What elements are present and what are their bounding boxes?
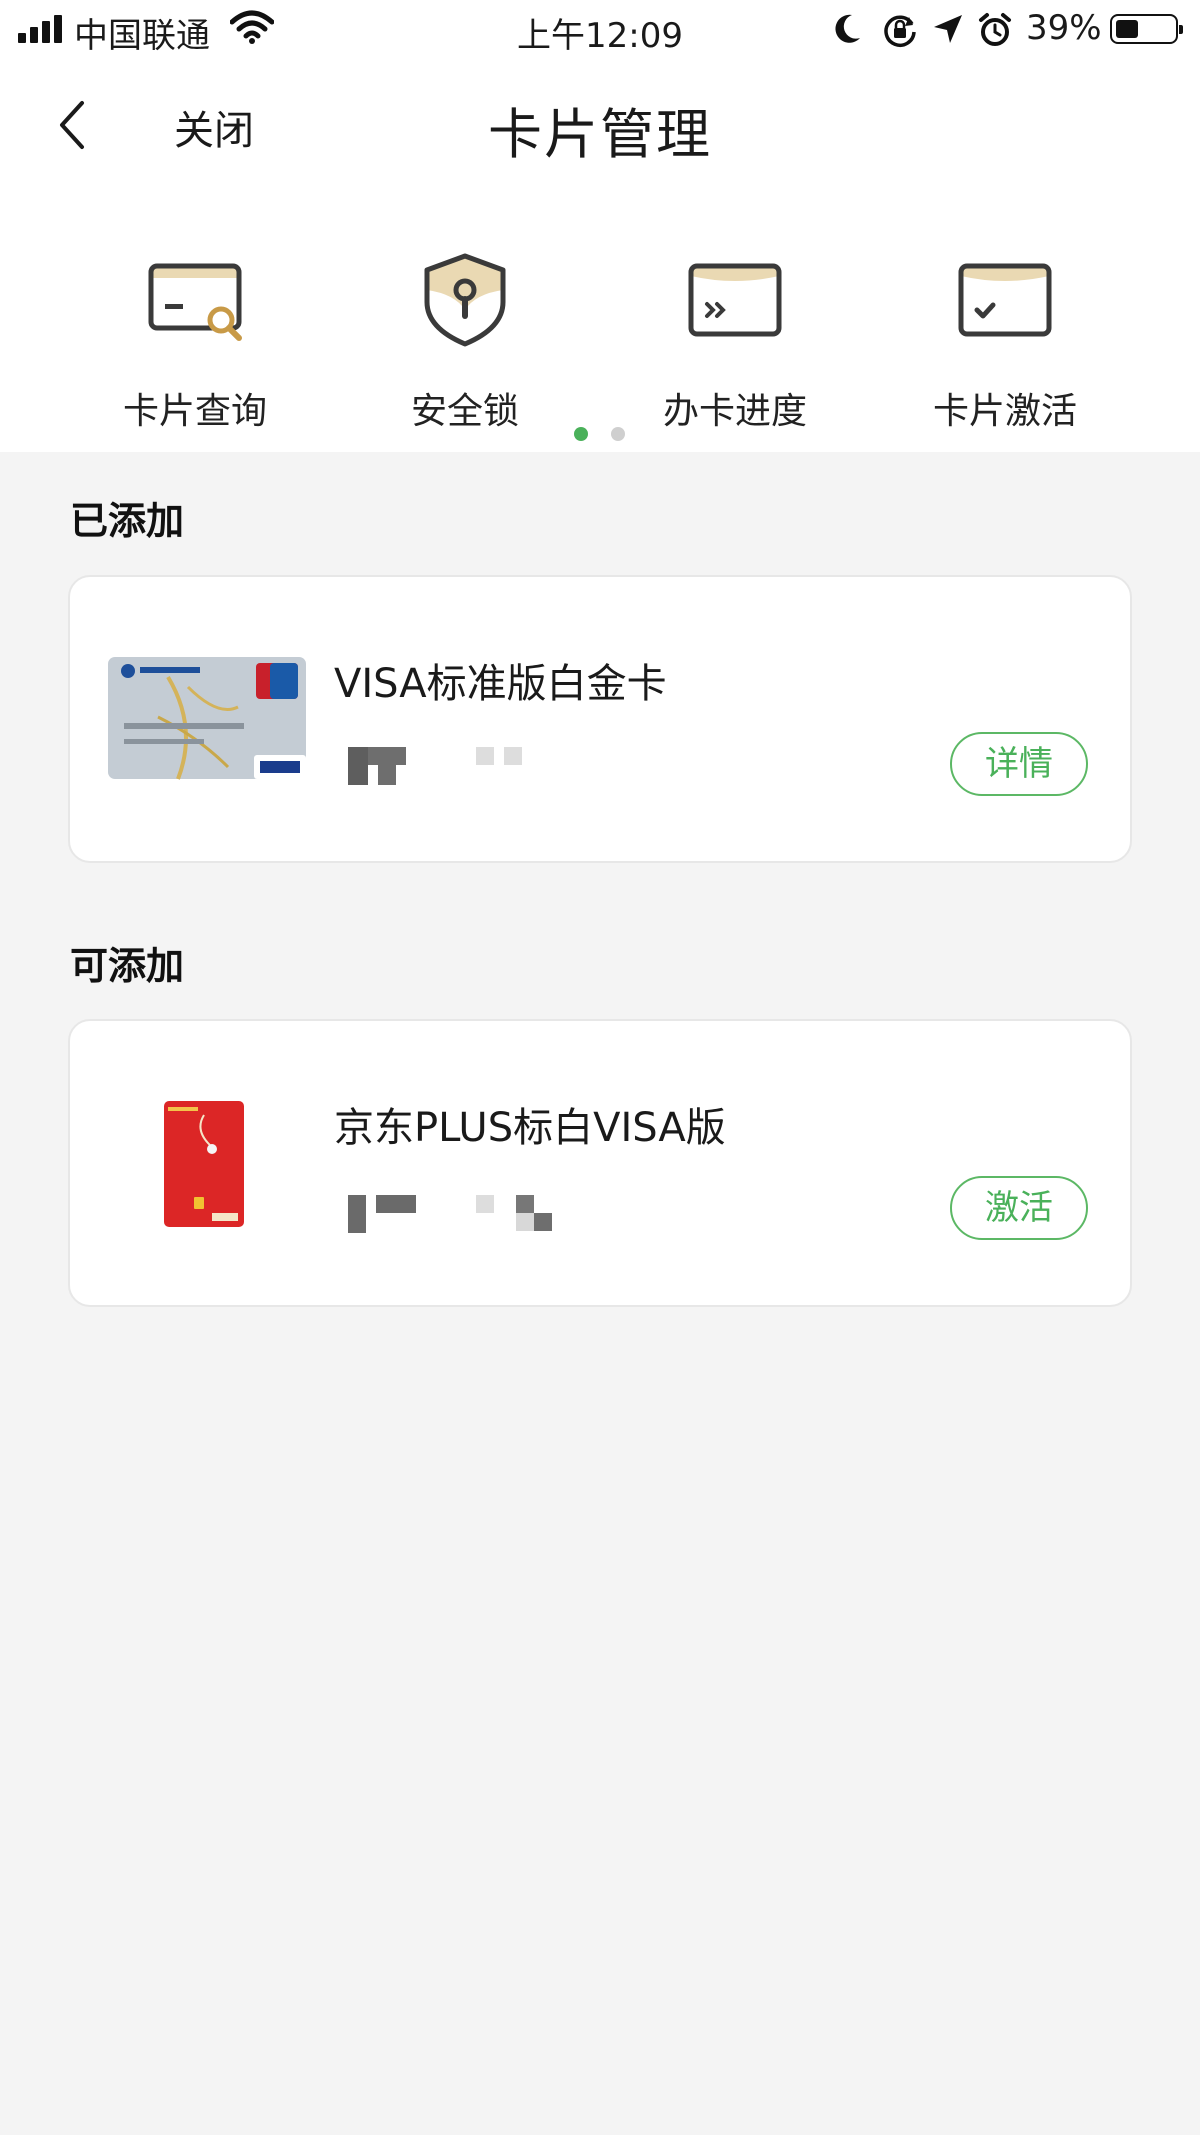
page-title: 卡片管理 bbox=[488, 103, 712, 166]
status-bar: 中国联通 上午12:09 39% bbox=[0, 0, 1200, 60]
page-dot-active[interactable] bbox=[574, 427, 588, 441]
status-time: 上午12:09 bbox=[517, 16, 683, 56]
action-card-progress[interactable]: 办卡进度 bbox=[600, 250, 870, 432]
available-card-item[interactable]: 京东PLUS标白VISA版 激活 bbox=[68, 1019, 1132, 1307]
activate-button[interactable]: 激活 bbox=[950, 1176, 1088, 1240]
action-label: 卡片激活 bbox=[932, 391, 1077, 432]
battery-icon bbox=[1110, 14, 1183, 44]
card-progress-icon bbox=[688, 263, 782, 337]
masked-card-number bbox=[348, 1191, 608, 1239]
details-button[interactable]: 详情 bbox=[950, 732, 1088, 796]
card-image bbox=[108, 657, 306, 780]
rotation-lock-icon bbox=[884, 15, 916, 47]
location-icon bbox=[934, 15, 962, 43]
moon-icon bbox=[835, 14, 860, 43]
action-card-search[interactable]: 卡片查询 bbox=[60, 250, 330, 432]
card-image bbox=[164, 1101, 244, 1227]
action-label: 卡片查询 bbox=[122, 391, 267, 432]
card-name: VISA标准版白金卡 bbox=[334, 661, 667, 707]
card-activate-icon bbox=[958, 263, 1052, 337]
page-indicator[interactable] bbox=[574, 427, 634, 443]
action-security-lock[interactable]: 安全锁 bbox=[330, 250, 600, 432]
alarm-icon bbox=[979, 13, 1011, 46]
added-card-item[interactable]: VISA标准版白金卡 详情 bbox=[68, 575, 1132, 863]
action-label: 安全锁 bbox=[410, 391, 519, 432]
action-card-activate[interactable]: 卡片激活 bbox=[870, 250, 1140, 432]
page-dot[interactable] bbox=[611, 427, 625, 441]
section-title-added: 已添加 bbox=[70, 499, 185, 543]
action-label: 办卡进度 bbox=[662, 391, 807, 432]
card-search-icon bbox=[148, 263, 242, 341]
shield-lock-icon bbox=[424, 253, 506, 347]
masked-card-number bbox=[348, 747, 608, 795]
section-title-available: 可添加 bbox=[70, 944, 185, 988]
card-name: 京东PLUS标白VISA版 bbox=[334, 1105, 726, 1151]
battery-percent: 39% bbox=[1026, 8, 1102, 48]
